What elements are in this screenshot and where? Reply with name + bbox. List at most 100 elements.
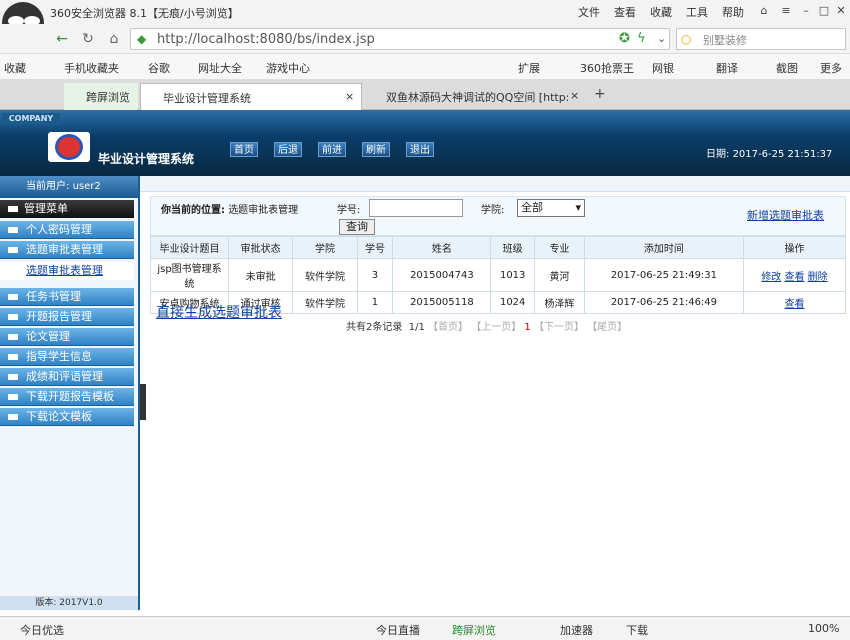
status-accelerator[interactable]: 加速器 bbox=[560, 622, 593, 638]
minimize-icon[interactable]: – bbox=[797, 2, 815, 20]
tab-active[interactable]: 毕业设计管理系统 × bbox=[140, 83, 362, 110]
menu-tools[interactable]: 工具 bbox=[686, 4, 708, 20]
system-title: 毕业设计管理系统 bbox=[98, 152, 195, 166]
nav-logout-button[interactable]: 退出 bbox=[406, 142, 434, 157]
college-select-value: 全部 bbox=[521, 201, 543, 214]
sidebar-item-students[interactable]: 指导学生信息 bbox=[0, 348, 134, 366]
bookmark-item[interactable]: 360抢票王 bbox=[580, 60, 634, 76]
tab-cross-screen[interactable]: 跨屏浏览 bbox=[64, 83, 138, 110]
nav-back-button[interactable]: 后退 bbox=[274, 142, 302, 157]
maximize-icon[interactable]: □ bbox=[815, 2, 833, 20]
menu-file[interactable]: 文件 bbox=[578, 4, 600, 20]
bookmark-item[interactable]: 网银 bbox=[652, 60, 674, 76]
search-input[interactable]: ○ 别墅装修 bbox=[676, 28, 846, 50]
status-today-pick[interactable]: 今日优选 bbox=[20, 622, 64, 638]
sidebar-item-proposal[interactable]: 开题报告管理 bbox=[0, 308, 134, 326]
student-no-input[interactable] bbox=[369, 199, 463, 217]
college-select[interactable]: 全部 ▾ bbox=[517, 199, 585, 217]
col-no: 学号 bbox=[356, 236, 394, 259]
menu-favorites[interactable]: 收藏 bbox=[650, 4, 672, 20]
bookmark-item[interactable]: 扩展 bbox=[518, 60, 540, 76]
pager-first[interactable]: 【首页】 bbox=[428, 322, 468, 333]
shield-icon: ◆ bbox=[137, 32, 147, 46]
close-icon[interactable]: ✕ bbox=[832, 2, 850, 20]
student-no-label: 学号: bbox=[337, 205, 361, 216]
bookmark-item[interactable]: 截图 bbox=[776, 60, 798, 76]
window-controls: ⌂ ≡ – □ ✕ bbox=[755, 2, 850, 20]
sidebar-item-topic-approval[interactable]: 选题审批表管理 bbox=[0, 241, 134, 259]
add-approval-link[interactable]: 新增选题审批表 bbox=[747, 207, 824, 223]
sidebar-item-scores[interactable]: 成绩和评语管理 bbox=[0, 368, 134, 386]
status-live[interactable]: 今日直播 bbox=[376, 622, 420, 638]
col-class: 班级 bbox=[490, 236, 535, 259]
refresh-icon[interactable]: ↻ bbox=[78, 29, 98, 49]
window-title: 360安全浏览器 8.1【无痕/小号浏览】 bbox=[50, 7, 239, 20]
nav-forward-button[interactable]: 前进 bbox=[318, 142, 346, 157]
generate-approval-link[interactable]: 直接生成选题审批表 bbox=[156, 302, 282, 322]
delete-link[interactable]: 删除 bbox=[808, 272, 828, 283]
bookmark-item[interactable]: 手机收藏夹 bbox=[64, 60, 119, 76]
sidebar-item-task[interactable]: 任务书管理 bbox=[0, 288, 134, 306]
view-link[interactable]: 查看 bbox=[784, 299, 804, 310]
status-cross-screen[interactable]: 跨屏浏览 bbox=[452, 622, 496, 638]
close-icon[interactable]: × bbox=[570, 89, 579, 102]
tab-qq[interactable]: 双鱼林源码大神调试的QQ空间 [http: × bbox=[364, 83, 586, 110]
sidebar-item-download-thesis[interactable]: 下载论文模板 bbox=[0, 408, 134, 426]
menu-view[interactable]: 查看 bbox=[614, 4, 636, 20]
date-value: 2017-6-25 21:51:37 bbox=[732, 149, 833, 160]
tab-bar: 跨屏浏览 毕业设计管理系统 × 双鱼林源码大神调试的QQ空间 [http: × … bbox=[0, 80, 850, 110]
zoom-level[interactable]: 100% bbox=[808, 622, 839, 635]
system-logo bbox=[48, 132, 90, 162]
current-user-label: 当前用户: bbox=[26, 181, 70, 192]
col-major: 专业 bbox=[533, 236, 585, 259]
bookmark-item[interactable]: 更多 bbox=[820, 60, 842, 76]
query-button[interactable]: 查询 bbox=[339, 219, 375, 235]
bookmark-item[interactable]: 游戏中心 bbox=[266, 60, 310, 76]
sidebar-item-download-proposal[interactable]: 下载开题报告模板 bbox=[0, 388, 134, 406]
address-toolbar: ← ↻ ⌂ ◆ http://localhost:8080/bs/index.j… bbox=[0, 24, 850, 54]
bookmark-item[interactable]: 收藏 bbox=[4, 60, 26, 76]
sidebar-subitem-topic-approval[interactable]: 选题审批表管理 bbox=[0, 262, 134, 280]
col-ops: 操作 bbox=[742, 236, 847, 259]
location-value: 选题审批表管理 bbox=[228, 205, 299, 216]
menu-icon[interactable]: ≡ bbox=[777, 2, 795, 20]
shirt-icon[interactable]: ⌂ bbox=[755, 2, 773, 20]
url-input[interactable]: ◆ http://localhost:8080/bs/index.jsp ✪ ϟ… bbox=[130, 28, 670, 50]
nav-home-button[interactable]: 首页 bbox=[230, 142, 258, 157]
lightning-icon[interactable]: ϟ bbox=[637, 31, 646, 46]
col-status: 审批状态 bbox=[227, 236, 294, 259]
company-label: COMPANY bbox=[2, 113, 60, 125]
edit-link[interactable]: 修改 bbox=[761, 272, 781, 283]
chevron-down-icon[interactable]: ⌄ bbox=[657, 32, 666, 45]
status-bar: 今日优选 今日直播 跨屏浏览 加速器 下载 100% bbox=[0, 616, 850, 640]
nav-refresh-button[interactable]: 刷新 bbox=[362, 142, 390, 157]
back-icon[interactable]: ← bbox=[52, 29, 72, 49]
bookmark-item[interactable]: 谷歌 bbox=[148, 60, 170, 76]
college-label: 学院: bbox=[481, 205, 505, 216]
view-link[interactable]: 查看 bbox=[784, 272, 804, 283]
new-tab-icon[interactable]: + bbox=[594, 86, 606, 102]
menu-head: 管理菜单 bbox=[0, 200, 134, 218]
bookmark-item[interactable]: 翻译 bbox=[716, 60, 738, 76]
home-icon[interactable]: ⌂ bbox=[104, 29, 124, 49]
filter-area: 你当前的位置: 选题审批表管理 学号: 查询 学院: 全部 ▾ 新增选题审批表 bbox=[150, 196, 846, 236]
pager-pages: 1/1 bbox=[408, 322, 425, 333]
sidebar-item-password[interactable]: 个人密码管理 bbox=[0, 221, 134, 239]
bookmark-item[interactable]: 网址大全 bbox=[198, 60, 242, 76]
url-text: http://localhost:8080/bs/index.jsp bbox=[157, 32, 375, 47]
menu-help[interactable]: 帮助 bbox=[722, 4, 744, 20]
pager-total: 共有2条记录 bbox=[346, 322, 403, 333]
pager-prev[interactable]: 【上一页】 bbox=[471, 322, 521, 333]
pager: 共有2条记录 1/1 【首页】 【上一页】 1 【下一页】 【尾页】 bbox=[346, 318, 706, 333]
sub-toolbar bbox=[134, 176, 850, 192]
col-name: 姓名 bbox=[392, 236, 492, 259]
bookmarks-bar: 收藏 手机收藏夹 谷歌 网址大全 游戏中心 扩展 360抢票王 网银 翻译 截图… bbox=[0, 54, 850, 80]
date-display: 日期: 2017-6-25 21:51:37 bbox=[706, 145, 832, 160]
pager-next[interactable]: 【下一页】 bbox=[534, 322, 584, 333]
sidebar-item-thesis[interactable]: 论文管理 bbox=[0, 328, 134, 346]
status-download[interactable]: 下载 bbox=[626, 622, 648, 638]
row-actions: 修改 查看 删除 bbox=[742, 258, 847, 292]
security-icon[interactable]: ✪ bbox=[619, 31, 630, 46]
pager-last[interactable]: 【尾页】 bbox=[587, 322, 627, 333]
close-icon[interactable]: × bbox=[345, 90, 354, 103]
